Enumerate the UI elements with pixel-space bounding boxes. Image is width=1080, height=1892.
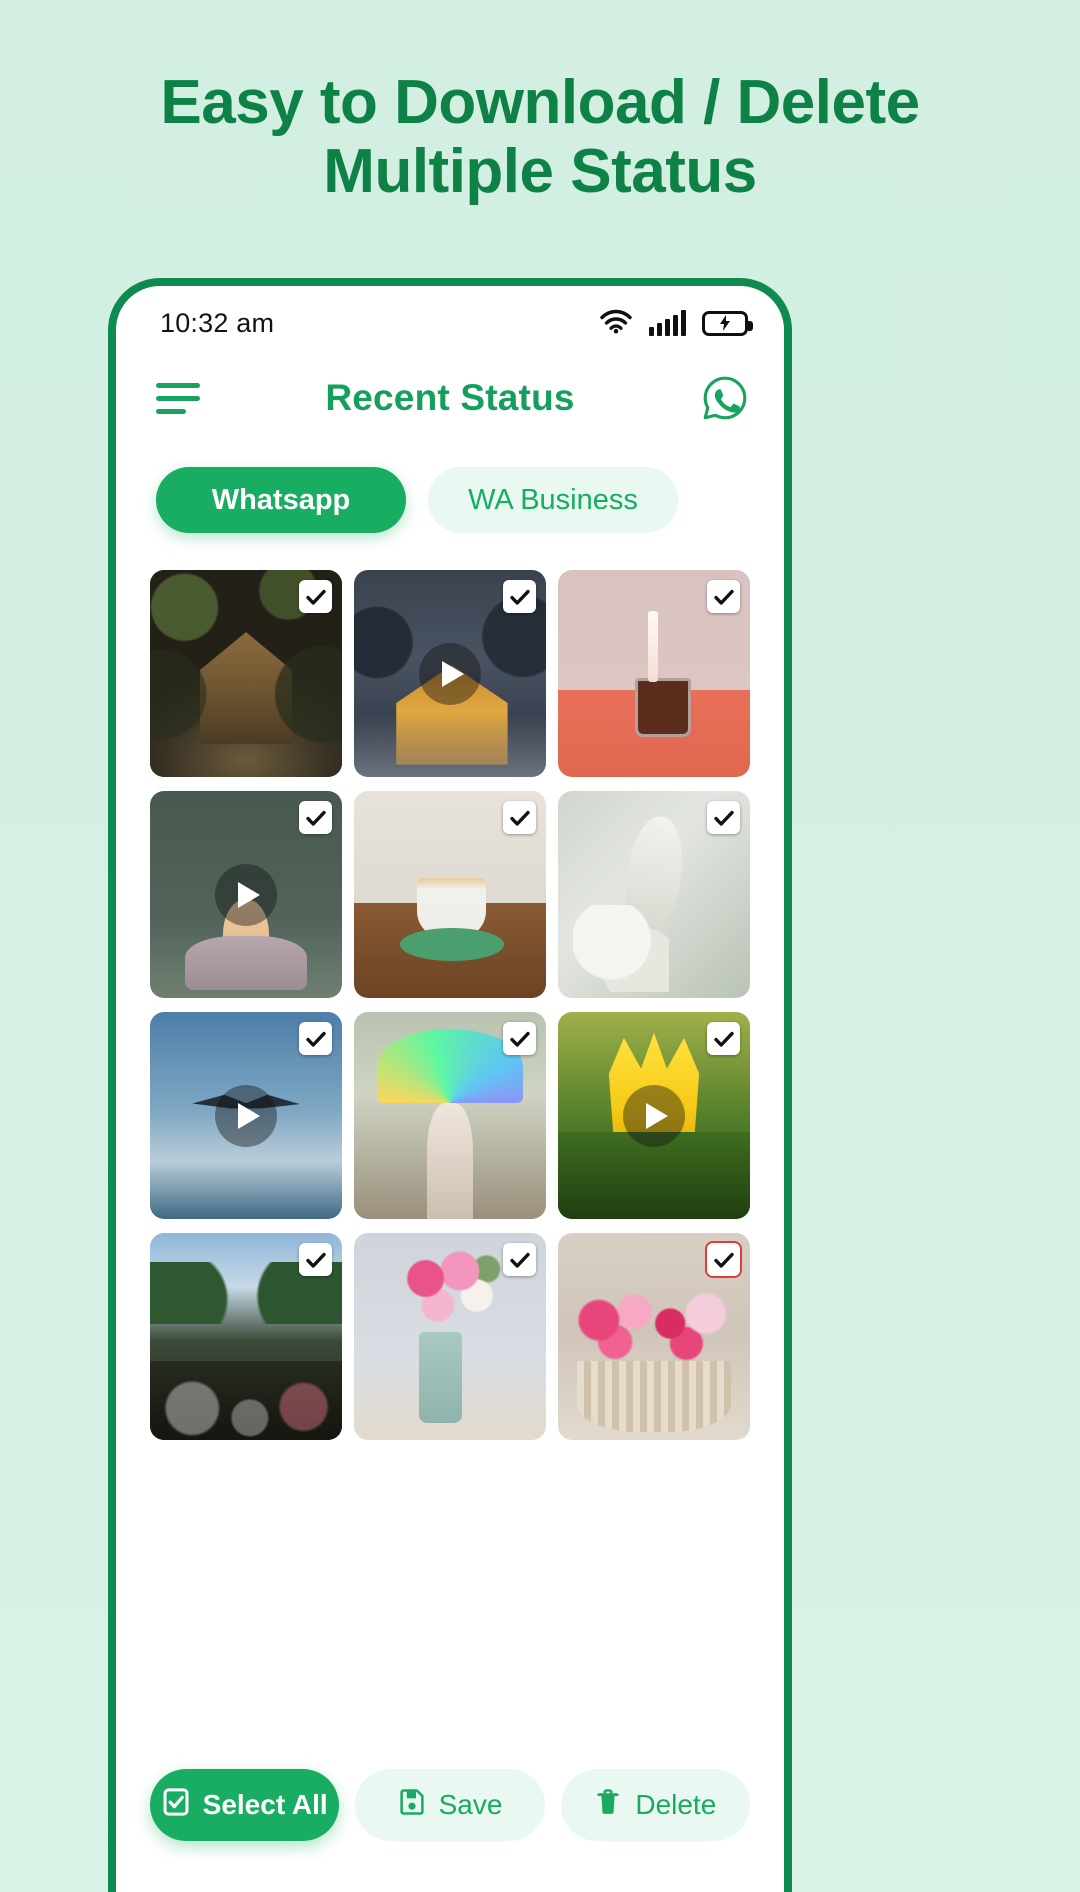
selection-checkbox[interactable]: [299, 1022, 332, 1055]
status-thumbnail[interactable]: [354, 570, 546, 777]
delete-label: Delete: [635, 1789, 717, 1820]
selection-checkbox[interactable]: [299, 801, 332, 834]
app-bar: Recent Status: [116, 350, 784, 446]
selection-checkbox[interactable]: [707, 580, 740, 613]
select-all-label: Select All: [202, 1789, 328, 1820]
status-bar: 10:32 am: [116, 286, 784, 350]
checkmark-icon: [713, 1031, 734, 1047]
status-bar-clock: 10:32 am: [160, 307, 275, 338]
checkmark-icon: [305, 1031, 326, 1047]
status-thumbnail[interactable]: [150, 570, 342, 777]
status-thumbnail[interactable]: [150, 1012, 342, 1219]
whatsapp-icon[interactable]: [700, 373, 750, 423]
checkmark-icon: [713, 810, 734, 826]
status-thumbnail[interactable]: [558, 1233, 750, 1440]
checkmark-icon: [713, 1252, 734, 1268]
selection-checkbox[interactable]: [503, 1243, 536, 1276]
save-button[interactable]: Save: [355, 1769, 545, 1841]
phone-screen: 10:32 am Recent Status Whatsapp WA Busin…: [116, 286, 784, 1892]
checkmark-icon: [509, 1252, 530, 1268]
tab-whatsapp[interactable]: Whatsapp: [156, 467, 406, 533]
trash-icon: [594, 1787, 622, 1824]
play-icon[interactable]: [215, 863, 277, 926]
hamburger-menu-icon[interactable]: [156, 382, 200, 414]
status-thumbnail[interactable]: [150, 791, 342, 998]
checkmark-icon: [305, 810, 326, 826]
play-icon[interactable]: [215, 1084, 277, 1147]
promo-screenshot: Easy to Download / Delete Multiple Statu…: [0, 0, 1080, 1892]
play-icon[interactable]: [623, 1084, 685, 1147]
bottom-action-bar: Select All Save Delete: [116, 1752, 784, 1892]
save-icon: [398, 1787, 426, 1824]
promo-line-1: Easy to Download / Delete: [160, 68, 920, 137]
signal-bars-icon: [649, 310, 686, 336]
status-bar-icons: [599, 308, 753, 339]
status-thumbnail[interactable]: [558, 791, 750, 998]
checkmark-icon: [305, 1252, 326, 1268]
status-thumbnail[interactable]: [558, 1012, 750, 1219]
checkmark-icon: [509, 589, 530, 605]
status-thumbnail[interactable]: [150, 1233, 342, 1440]
status-thumbnail[interactable]: [354, 791, 546, 998]
promo-line-2: Multiple Status: [323, 137, 757, 207]
selection-checkbox[interactable]: [707, 1022, 740, 1055]
select-all-button[interactable]: Select All: [150, 1769, 340, 1841]
selection-checkbox[interactable]: [707, 1243, 740, 1276]
checkmark-icon: [509, 1031, 530, 1047]
status-thumbnail[interactable]: [558, 570, 750, 777]
checkbox-icon: [162, 1787, 190, 1824]
selection-checkbox[interactable]: [503, 1022, 536, 1055]
source-tabs: Whatsapp WA Business: [116, 446, 784, 554]
status-thumbnail[interactable]: [354, 1233, 546, 1440]
promo-headline: Easy to Download / Delete Multiple Statu…: [0, 68, 1080, 207]
page-title: Recent Status: [325, 377, 575, 418]
selection-checkbox[interactable]: [503, 801, 536, 834]
play-icon[interactable]: [419, 642, 481, 705]
tab-wa-business[interactable]: WA Business: [428, 467, 678, 533]
checkmark-icon: [305, 589, 326, 605]
save-label: Save: [438, 1789, 503, 1820]
selection-checkbox[interactable]: [299, 1243, 332, 1276]
selection-checkbox[interactable]: [707, 801, 740, 834]
phone-frame: 10:32 am Recent Status Whatsapp WA Busin…: [108, 278, 792, 1892]
status-grid: [116, 554, 784, 1752]
battery-charging-icon: [702, 310, 753, 336]
selection-checkbox[interactable]: [503, 580, 536, 613]
status-thumbnail[interactable]: [354, 1012, 546, 1219]
checkmark-icon: [713, 589, 734, 605]
delete-button[interactable]: Delete: [560, 1769, 750, 1841]
wifi-icon: [599, 308, 633, 339]
selection-checkbox[interactable]: [299, 580, 332, 613]
checkmark-icon: [509, 810, 530, 826]
